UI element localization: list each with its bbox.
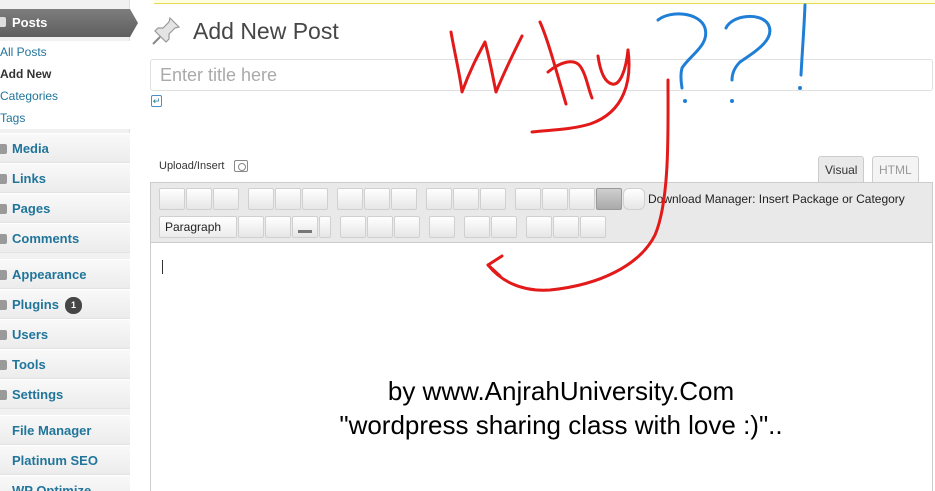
toolbar-row-1: Download Manager: Insert Package or Cate… <box>159 187 905 211</box>
posts-submenu: All Posts Add New Categories Tags <box>0 41 130 129</box>
menu-tools[interactable]: Tools <box>0 349 130 379</box>
upload-insert[interactable]: Upload/Insert <box>159 160 248 173</box>
main-content: Add New Post ↵ Upload/Insert Visual HTML <box>130 0 935 491</box>
menu-links-label: Links <box>12 171 46 186</box>
add-media-icon[interactable] <box>233 160 248 173</box>
editor-content-area[interactable]: by www.AnjrahUniversity.Com "wordpress s… <box>151 244 932 491</box>
text-caret <box>162 260 163 274</box>
text-color-dropdown[interactable] <box>319 216 331 238</box>
users-icon <box>0 330 7 340</box>
menu-wp-optimize[interactable]: WP Optimize <box>0 475 130 491</box>
submenu-add-new[interactable]: Add New <box>0 63 130 85</box>
appearance-icon <box>0 270 7 280</box>
menu-media-label: Media <box>12 141 49 156</box>
page-title: Add New Post <box>193 18 339 44</box>
fullscreen-button[interactable] <box>542 188 568 210</box>
admin-sidebar: Posts All Posts Add New Categories Tags … <box>0 0 138 491</box>
menu-group-1: Media Links Pages Comments Appearance Pl… <box>0 133 130 491</box>
settings-icon <box>0 390 7 400</box>
paste-text-button[interactable] <box>340 216 366 238</box>
menu-appearance[interactable]: Appearance <box>0 259 130 289</box>
submenu-categories[interactable]: Categories <box>0 85 130 107</box>
insert-link-button[interactable] <box>426 188 452 210</box>
redo-button[interactable] <box>553 216 579 238</box>
menu-file-manager-label: File Manager <box>12 423 92 438</box>
align-center-button[interactable] <box>364 188 390 210</box>
align-left-button[interactable] <box>337 188 363 210</box>
links-icon <box>0 174 7 184</box>
menu-plugins[interactable]: Plugins 1 <box>0 289 130 319</box>
submenu-all-posts[interactable]: All Posts <box>0 41 130 63</box>
remove-format-button[interactable] <box>394 216 420 238</box>
menu-platinum-seo-label: Platinum SEO <box>12 453 98 468</box>
menu-comments[interactable]: Comments <box>0 223 130 253</box>
media-icon <box>0 144 7 154</box>
indent-button[interactable] <box>491 216 517 238</box>
comments-icon <box>0 234 7 244</box>
post-editor: Download Manager: Insert Package or Cate… <box>150 182 933 491</box>
menu-platinum-seo[interactable]: Platinum SEO <box>0 445 130 475</box>
menu-users-label: Users <box>12 327 49 342</box>
notice-bar <box>154 0 935 4</box>
tab-html[interactable]: HTML <box>872 156 919 182</box>
spellcheck-button[interactable] <box>515 188 541 210</box>
menu-tools-label: Tools <box>12 357 46 372</box>
outdent-button[interactable] <box>464 216 490 238</box>
menu-settings[interactable]: Settings <box>0 379 130 409</box>
credit-line-2: "wordpress sharing class with love :)".. <box>339 410 783 440</box>
plugins-update-badge: 1 <box>64 297 82 315</box>
paste-word-button[interactable] <box>367 216 393 238</box>
menu-posts-label: Posts <box>12 15 48 30</box>
upload-insert-label: Upload/Insert <box>159 160 225 172</box>
underline-button[interactable] <box>238 216 264 238</box>
unlink-button[interactable] <box>453 188 479 210</box>
blockquote-button[interactable] <box>302 188 328 210</box>
pushpin-icon <box>152 16 181 45</box>
menu-wp-optimize-label: WP Optimize <box>12 483 92 491</box>
plugins-icon <box>0 300 7 310</box>
justify-button[interactable] <box>265 216 291 238</box>
toolbar-row-2: Paragraph <box>159 215 607 239</box>
tab-visual[interactable]: Visual <box>818 156 865 182</box>
text-color-button[interactable] <box>292 216 318 238</box>
menu-comments-label: Comments <box>12 231 80 246</box>
editor-toolbar: Download Manager: Insert Package or Cate… <box>151 183 932 243</box>
menu-pages-label: Pages <box>12 201 51 216</box>
menu-media[interactable]: Media <box>0 133 130 163</box>
post-title-input[interactable] <box>150 59 933 91</box>
help-button[interactable] <box>580 216 606 238</box>
insert-more-button[interactable] <box>480 188 506 210</box>
pin-icon <box>0 17 6 27</box>
kitchen-sink-button[interactable] <box>569 188 595 210</box>
download-manager-insert-button[interactable] <box>623 188 645 210</box>
menu-posts[interactable]: Posts <box>0 9 138 37</box>
tools-icon <box>0 360 7 370</box>
menu-users[interactable]: Users <box>0 319 130 349</box>
numbered-list-button[interactable] <box>275 188 301 210</box>
bullet-list-button[interactable] <box>248 188 274 210</box>
menu-plugins-label: Plugins <box>12 297 59 312</box>
undo-button[interactable] <box>526 216 552 238</box>
custom-char-button[interactable] <box>429 216 455 238</box>
italic-button[interactable] <box>186 188 212 210</box>
pages-icon <box>0 204 7 214</box>
download-manager-label: Download Manager: Insert Package or Cate… <box>648 192 905 206</box>
credit-line-1: by www.AnjrahUniversity.Com <box>387 376 735 406</box>
submenu-tags[interactable]: Tags <box>0 107 130 129</box>
align-right-button[interactable] <box>391 188 417 210</box>
format-select[interactable]: Paragraph <box>159 216 237 238</box>
return-arrow-icon[interactable]: ↵ <box>151 95 162 107</box>
menu-links[interactable]: Links <box>0 163 130 193</box>
bold-button[interactable] <box>159 188 185 210</box>
menu-pages[interactable]: Pages <box>0 193 130 223</box>
download-manager-button[interactable] <box>596 188 622 210</box>
menu-file-manager[interactable]: File Manager <box>0 415 130 445</box>
menu-appearance-label: Appearance <box>12 267 87 282</box>
menu-settings-label: Settings <box>12 387 64 402</box>
strikethrough-button[interactable] <box>213 188 239 210</box>
